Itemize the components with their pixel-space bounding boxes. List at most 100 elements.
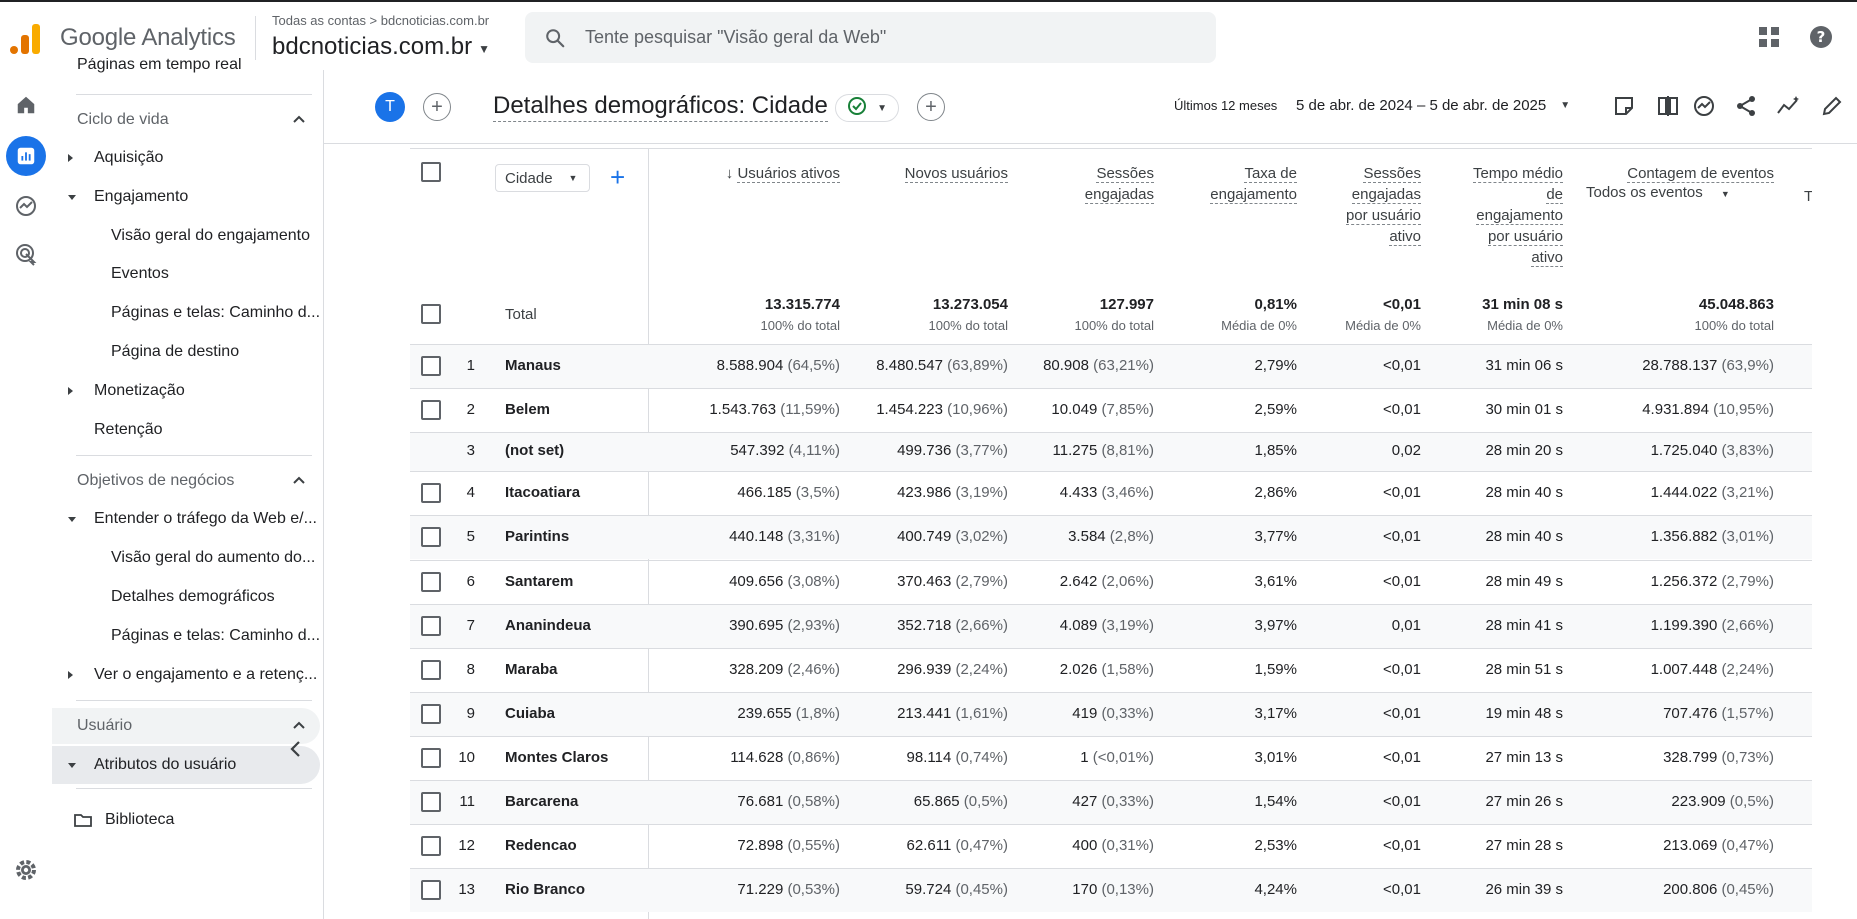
row-checkbox[interactable]: [421, 748, 441, 768]
add-report-button[interactable]: +: [917, 93, 945, 121]
city-name[interactable]: Rio Branco: [505, 881, 585, 898]
column-header-engagement-rate[interactable]: Taxa de engajamento: [1170, 163, 1297, 205]
row-checkbox[interactable]: [421, 400, 441, 420]
column-header-new-users[interactable]: Novos usuários: [858, 163, 1008, 184]
home-icon[interactable]: [6, 85, 46, 125]
table-row[interactable]: 13 Rio Branco 71.229 (0,53%) 59.724 (0,45%)…: [410, 868, 1812, 912]
table-row[interactable]: 5 Parintins 440.148 (3,31%) 400.749 (3,02%)…: [410, 515, 1812, 559]
table-row[interactable]: 8 Maraba 328.209 (2,46%) 296.939 (2,24%) 2.0…: [410, 648, 1812, 692]
column-header-active-users[interactable]: ↓ Usuários ativos: [666, 163, 840, 184]
account-breadcrumb[interactable]: Todas as contas > bdcnoticias.com.br: [272, 13, 489, 28]
sidebar-item-pages-screens-2[interactable]: Páginas e telas: Caminho d...: [52, 620, 320, 652]
table-row[interactable]: 12 Redencao 72.898 (0,55%) 62.611 (0,47%) 40…: [410, 824, 1812, 868]
trend-sparkle-icon[interactable]: [1774, 92, 1802, 120]
property-selector[interactable]: bdcnoticias.com.br ▼: [272, 33, 490, 61]
table-row[interactable]: 7 Ananindeua 390.695 (2,93%) 352.718 (2,66%…: [410, 604, 1812, 648]
column-header-engaged-sessions[interactable]: Sessões engajadas: [1030, 163, 1154, 205]
sidebar-item-landing-page[interactable]: Página de destino: [52, 336, 320, 368]
table-row[interactable]: 4 Itacoatiara 466.185 (3,5%) 423.986 (3,19%…: [410, 471, 1812, 515]
table-row[interactable]: 9 Cuiaba 239.655 (1,8%) 213.441 (1,61%) 419 …: [410, 692, 1812, 736]
product-name[interactable]: Google Analytics: [60, 24, 236, 52]
sidebar-item-monetization[interactable]: Monetização: [52, 375, 320, 407]
row-checkbox[interactable]: [421, 660, 441, 680]
apps-grid-icon[interactable]: [1756, 24, 1782, 50]
collapse-sidebar-chevron-icon[interactable]: [288, 740, 302, 763]
sidebar-item-engagement[interactable]: Engajamento: [52, 181, 320, 213]
city-name[interactable]: Belem: [505, 401, 550, 418]
share-icon[interactable]: [1732, 92, 1760, 120]
sidebar-item-user-attributes[interactable]: Atributos do usuário: [52, 746, 320, 784]
sidebar-item-view-engagement[interactable]: Ver o engajamento e a retenç...: [52, 659, 320, 691]
column-header-next[interactable]: T: [1804, 186, 1812, 207]
select-total-checkbox[interactable]: [421, 304, 441, 324]
sidebar-item-demographic-details[interactable]: Detalhes demográficos: [52, 581, 320, 613]
dimension-picker[interactable]: Cidade ▼: [495, 164, 590, 192]
section-user[interactable]: Usuário: [52, 708, 320, 744]
row-checkbox[interactable]: [421, 572, 441, 592]
table-row[interactable]: 1 Manaus 8.588.904 (64,5%) 8.480.547 (63,89…: [410, 344, 1812, 388]
row-checkbox[interactable]: [421, 527, 441, 547]
column-header-avg-engagement-time[interactable]: Tempo médio de engajamento por usuário a…: [1440, 163, 1563, 268]
row-checkbox[interactable]: [421, 483, 441, 503]
edit-pencil-icon[interactable]: [1818, 92, 1846, 120]
compare-columns-icon[interactable]: [1654, 92, 1682, 120]
report-status-pill[interactable]: ▼: [835, 94, 899, 122]
sidebar-item-understand-traffic[interactable]: Entender o tráfego da Web e/...: [52, 503, 320, 535]
select-all-checkbox[interactable]: [421, 162, 441, 182]
nav-divider: [76, 700, 312, 701]
cell-ec: 28.788.137 (63,9%): [1642, 357, 1774, 374]
customize-report-icon[interactable]: [1610, 92, 1638, 120]
sidebar-item-events[interactable]: Eventos: [52, 258, 320, 290]
admin-gear-icon[interactable]: [6, 850, 46, 890]
reports-icon[interactable]: [6, 136, 46, 176]
city-name[interactable]: Itacoatiara: [505, 484, 580, 501]
table-row[interactable]: 6 Santarem 409.656 (3,08%) 370.463 (2,79%) 2…: [410, 560, 1812, 604]
add-comparison-button[interactable]: +: [423, 93, 451, 121]
explore-icon[interactable]: [6, 186, 46, 226]
table-row[interactable]: 10 Montes Claros 114.628 (0,86%) 98.114 (0,…: [410, 736, 1812, 780]
sidebar-item-growth-overview[interactable]: Visão geral do aumento do...: [52, 542, 320, 574]
city-name[interactable]: Ananindeua: [505, 617, 591, 634]
help-icon[interactable]: ?: [1808, 24, 1834, 50]
city-name[interactable]: Santarem: [505, 573, 573, 590]
city-name[interactable]: Cuiaba: [505, 705, 555, 722]
sidebar-item-realtime-pages[interactable]: Páginas em tempo real: [52, 58, 320, 82]
sidebar-item-engagement-overview[interactable]: Visão geral do engajamento: [52, 220, 320, 252]
city-name[interactable]: Barcarena: [505, 793, 578, 810]
comparison-avatar[interactable]: T: [375, 92, 405, 122]
city-name[interactable]: Parintins: [505, 528, 569, 545]
date-range-label[interactable]: Últimos 12 meses: [1174, 98, 1277, 113]
sidebar-item-retention[interactable]: Retenção: [52, 414, 320, 446]
row-checkbox[interactable]: [421, 836, 441, 856]
insights-icon[interactable]: [1690, 92, 1718, 120]
column-header-sessions-per-user[interactable]: Sessões engajadas por usuário ativo: [1310, 163, 1421, 247]
row-checkbox[interactable]: [421, 704, 441, 724]
city-name[interactable]: Manaus: [505, 357, 561, 374]
add-dimension-button[interactable]: +: [610, 162, 625, 193]
advertising-icon[interactable]: [6, 234, 46, 274]
city-name[interactable]: Redencao: [505, 837, 577, 854]
cell-er: 3,77%: [1254, 528, 1297, 545]
search-input[interactable]: [585, 27, 1185, 48]
table-row[interactable]: 2 Belem 1.543.763 (11,59%) 1.454.223 (10,96…: [410, 388, 1812, 432]
table-row[interactable]: 3 (not set) 547.392 (4,11%) 499.736 (3,77%)…: [410, 432, 1812, 471]
analytics-logo-icon[interactable]: [10, 22, 42, 54]
row-checkbox[interactable]: [421, 792, 441, 812]
city-name[interactable]: (not set): [505, 442, 564, 459]
section-business-objectives[interactable]: Objetivos de negócios: [52, 463, 320, 499]
table-row[interactable]: 11 Barcarena 76.681 (0,58%) 65.865 (0,5%) 42…: [410, 780, 1812, 824]
column-header-event-count[interactable]: Contagem de eventos: [1580, 163, 1774, 184]
row-checkbox[interactable]: [421, 880, 441, 900]
date-range-picker[interactable]: 5 de abr. de 2024 – 5 de abr. de 2025 ▼: [1296, 97, 1570, 114]
sidebar-item-acquisition[interactable]: Aquisição: [52, 142, 320, 174]
section-lifecycle[interactable]: Ciclo de vida: [52, 102, 320, 138]
sidebar-item-pages-screens[interactable]: Páginas e telas: Caminho d...: [52, 297, 320, 329]
city-name[interactable]: Maraba: [505, 661, 558, 678]
event-filter-picker[interactable]: Todos os eventos ▼: [1586, 184, 1730, 201]
cell-er: 3,01%: [1254, 749, 1297, 766]
row-checkbox[interactable]: [421, 616, 441, 636]
row-checkbox[interactable]: [421, 356, 441, 376]
search-bar[interactable]: [525, 12, 1216, 63]
sidebar-item-library[interactable]: Biblioteca: [52, 804, 320, 836]
report-title[interactable]: Detalhes demográficos: Cidade: [493, 92, 828, 122]
